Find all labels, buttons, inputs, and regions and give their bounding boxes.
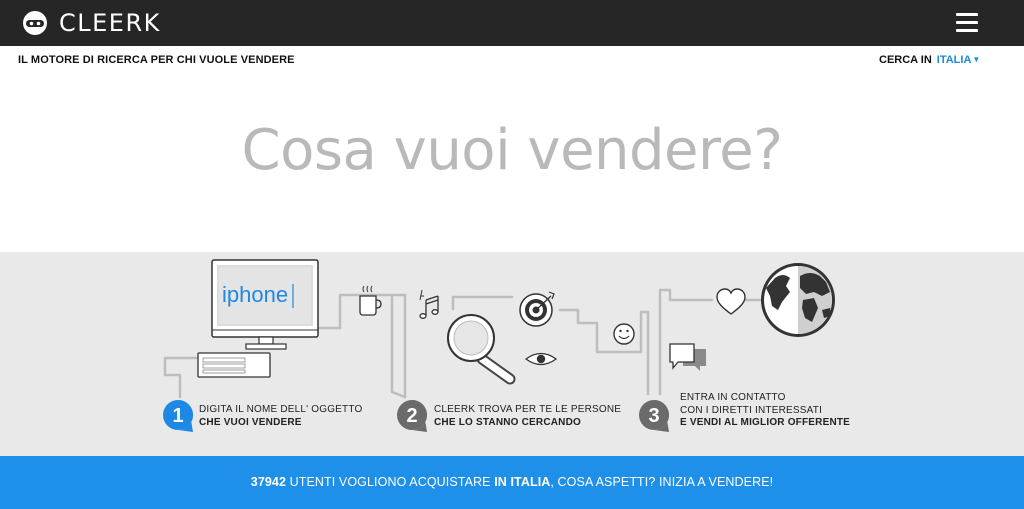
step-2-line1: CLEERK TROVA PER TE LE PERSONE <box>434 404 622 415</box>
how-it-works-section: iphone 1 DIGITA IL NOME DELL' OGGETTO CH… <box>0 252 1024 456</box>
magnifying-glass-icon <box>447 314 516 385</box>
step-3-badge: 3 <box>639 400 669 432</box>
globe-icon <box>761 263 835 337</box>
step-3-line1: ENTRA IN CONTATTO <box>680 392 786 403</box>
search-in-label: CERCA IN <box>879 54 932 66</box>
top-navigation-bar: CLEERK <box>0 0 1024 46</box>
country-selector[interactable]: CERCA IN ITALIA▼ <box>879 54 980 66</box>
keyboard-icon <box>197 352 271 378</box>
country-value[interactable]: ITALIA <box>937 54 972 66</box>
brand-name: CLEERK <box>59 9 161 37</box>
step-2: 2 CLEERK TROVA PER TE LE PERSONE CHE LO … <box>396 398 621 432</box>
step-1-line1: DIGITA IL NOME DELL' OGGETTO <box>199 404 363 415</box>
step-3: 3 ENTRA IN CONTATTO CON I DIRETTI INTERE… <box>638 392 851 432</box>
hamburger-menu-icon[interactable] <box>956 13 978 33</box>
caret-down-icon[interactable]: ▼ <box>972 55 980 64</box>
tagline: IL MOTORE DI RICERCA PER CHI VUOLE VENDE… <box>18 54 295 66</box>
step-1-line2: CHE VUOI VENDERE <box>199 416 302 428</box>
screen-text: iphone <box>222 282 288 307</box>
eye-icon <box>524 352 558 366</box>
step-1-badge: 1 <box>163 400 193 432</box>
computer-monitor-icon: iphone <box>211 259 319 350</box>
svg-text:2: 2 <box>406 405 417 427</box>
users-count: 37942 <box>250 475 287 489</box>
brand-logo[interactable]: CLEERK <box>22 9 161 37</box>
start-selling-banner[interactable]: 37942 UTENTI VOGLIONO ACQUISTARE IN ITAL… <box>0 456 1024 509</box>
smiley-icon <box>613 323 635 345</box>
svg-text:3: 3 <box>648 405 659 427</box>
step-2-line2: CHE LO STANNO CERCANDO <box>434 416 581 428</box>
heart-icon <box>716 288 746 315</box>
svg-text:1: 1 <box>172 405 183 427</box>
step-2-badge: 2 <box>397 400 427 432</box>
coffee-cup-icon <box>359 285 382 316</box>
cta-text-a: UTENTI VOGLIONO ACQUISTARE <box>286 475 495 489</box>
cta-location: IN ITALIA <box>494 475 551 489</box>
search-input[interactable] <box>150 110 874 190</box>
cta-text-b: , COSA ASPETTI? INIZIA A VENDERE! <box>550 475 774 489</box>
robot-face-icon <box>23 11 47 35</box>
step-3-line3: E VENDI AL MIGLIOR OFFERENTE <box>680 417 851 428</box>
step-1: 1 DIGITA IL NOME DELL' OGGETTO CHE VUOI … <box>162 398 362 432</box>
target-icon <box>519 291 555 327</box>
step-3-line2: CON I DIRETTI INTERESSATI <box>680 404 823 416</box>
chat-bubbles-icon <box>669 343 706 371</box>
music-note-icon <box>419 289 439 319</box>
